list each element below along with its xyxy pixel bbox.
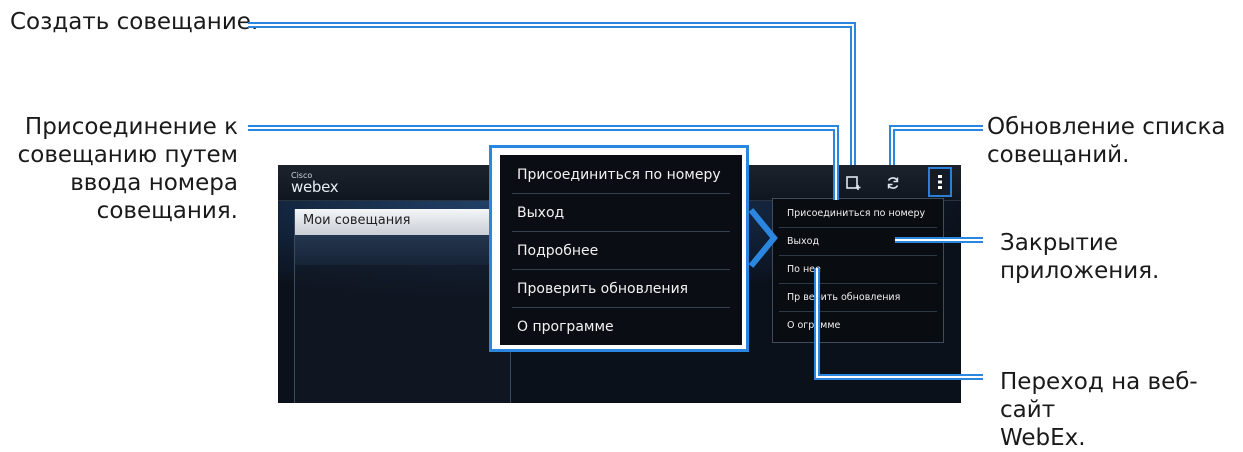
menu-divider xyxy=(512,269,730,270)
menu-item-check-updates[interactable]: Проверить обновления xyxy=(517,281,737,297)
leader-website xyxy=(814,268,983,380)
menu-divider xyxy=(512,193,730,194)
menu-item-about[interactable]: О программе xyxy=(517,319,737,335)
leader-website-core xyxy=(816,268,983,378)
menu-item-exit[interactable]: Выход xyxy=(517,205,737,221)
menu-divider xyxy=(512,307,730,308)
leader-big-menu xyxy=(748,208,778,268)
leader-create-meeting-core xyxy=(248,24,854,165)
leader-refresh xyxy=(889,125,983,165)
annotation-website-line-2: WebEx. xyxy=(1000,425,1086,451)
menu-item-more[interactable]: Подробнее xyxy=(517,243,737,259)
leader-refresh-core xyxy=(891,127,983,165)
menu-item-join-by-number[interactable]: Присоединиться по номеру xyxy=(517,167,737,183)
leader-create-meeting xyxy=(248,22,856,165)
overflow-menu-enlarged: Присоединиться по номеру Выход Подробнее… xyxy=(500,155,742,345)
menu-divider xyxy=(512,231,730,232)
